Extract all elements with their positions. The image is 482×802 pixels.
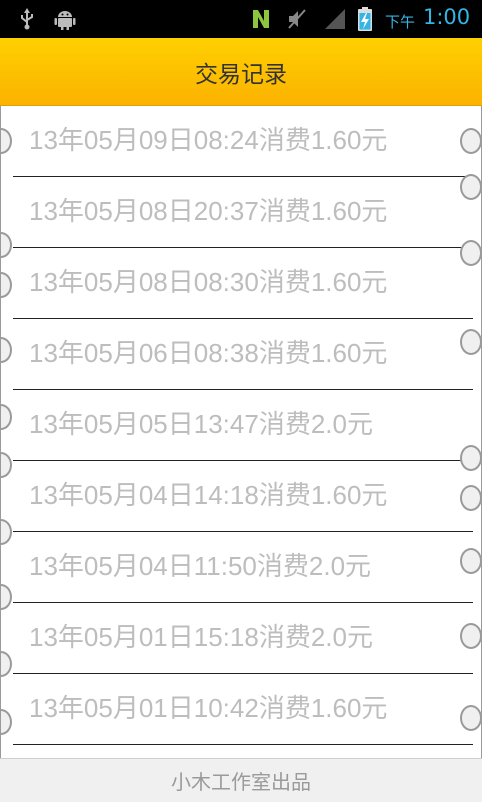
list-item[interactable]: 13年05月08日20:37消费1.60元: [13, 177, 473, 248]
android-debug-icon: [52, 7, 78, 31]
transaction-list[interactable]: 13年05月09日08:24消费1.60元 13年05月08日20:37消费1.…: [0, 106, 482, 758]
record-text: 13年05月01日15:18消费2.0元: [29, 622, 373, 652]
record-text: 13年05月08日08:30消费1.60元: [29, 267, 388, 297]
usb-icon: [18, 7, 36, 31]
ticket-notch: [1, 128, 12, 154]
ticket-notch: [460, 329, 481, 355]
ticket-notch: [1, 404, 12, 430]
signal-icon: [322, 7, 348, 31]
footer-credit: 小木工作室出品: [171, 770, 311, 794]
ticket-notch: [460, 705, 481, 731]
ticket-notch: [1, 584, 12, 610]
ticket-notch: [460, 485, 481, 511]
n-app-icon: [250, 7, 272, 31]
record-text: 13年05月05日13:47消费2.0元: [29, 409, 373, 439]
footer: 小木工作室出品: [0, 758, 482, 802]
record-text: 13年05月08日20:37消费1.60元: [29, 196, 388, 226]
ticket-notch: [1, 232, 12, 258]
record-text: 13年05月04日14:18消费1.60元: [29, 480, 388, 510]
ticket-notch: [1, 337, 12, 363]
record-text: 13年05月06日08:38消费1.60元: [29, 338, 388, 368]
list-item[interactable]: 13年05月01日10:42消费1.60元: [13, 674, 473, 745]
list-item[interactable]: 13年05月09日08:24消费1.60元: [13, 106, 473, 177]
record-text: 13年05月09日08:24消费1.60元: [29, 125, 388, 155]
vibrate-mute-icon: [286, 7, 308, 31]
status-bar: 下午 1:00: [0, 0, 482, 38]
list-item[interactable]: 13年05月04日11:50消费2.0元: [13, 532, 473, 603]
title-bar: 交易记录: [0, 38, 482, 106]
list-item[interactable]: 13年05月06日08:38消费1.60元: [13, 319, 473, 390]
status-time: 1:00: [423, 5, 471, 29]
page-title: 交易记录: [195, 61, 287, 88]
ticket-notch: [1, 519, 12, 545]
record-text: 13年05月04日11:50消费2.0元: [29, 551, 372, 581]
ticket-notch: [1, 272, 12, 298]
ticket-notch: [460, 174, 481, 200]
status-ampm: 下午: [385, 13, 416, 31]
list-item[interactable]: 13年05月08日08:30消费1.60元: [13, 248, 473, 319]
list-item[interactable]: 13年05月01日15:18消费2.0元: [13, 603, 473, 674]
ticket-notch: [460, 623, 481, 649]
list-item[interactable]: 13年05月05日13:47消费2.0元: [13, 390, 473, 461]
ticket-notch: [460, 548, 481, 574]
ticket-notch: [460, 445, 481, 471]
ticket-notch: [1, 709, 12, 735]
ticket-notch: [460, 128, 481, 154]
battery-charging-icon: [357, 7, 373, 31]
ticket-notch: [460, 240, 481, 266]
ticket-notch: [1, 651, 12, 677]
record-text: 13年05月01日10:42消费1.60元: [29, 693, 388, 723]
ticket-notch: [1, 452, 12, 478]
list-item[interactable]: 13年05月04日14:18消费1.60元: [13, 461, 473, 532]
